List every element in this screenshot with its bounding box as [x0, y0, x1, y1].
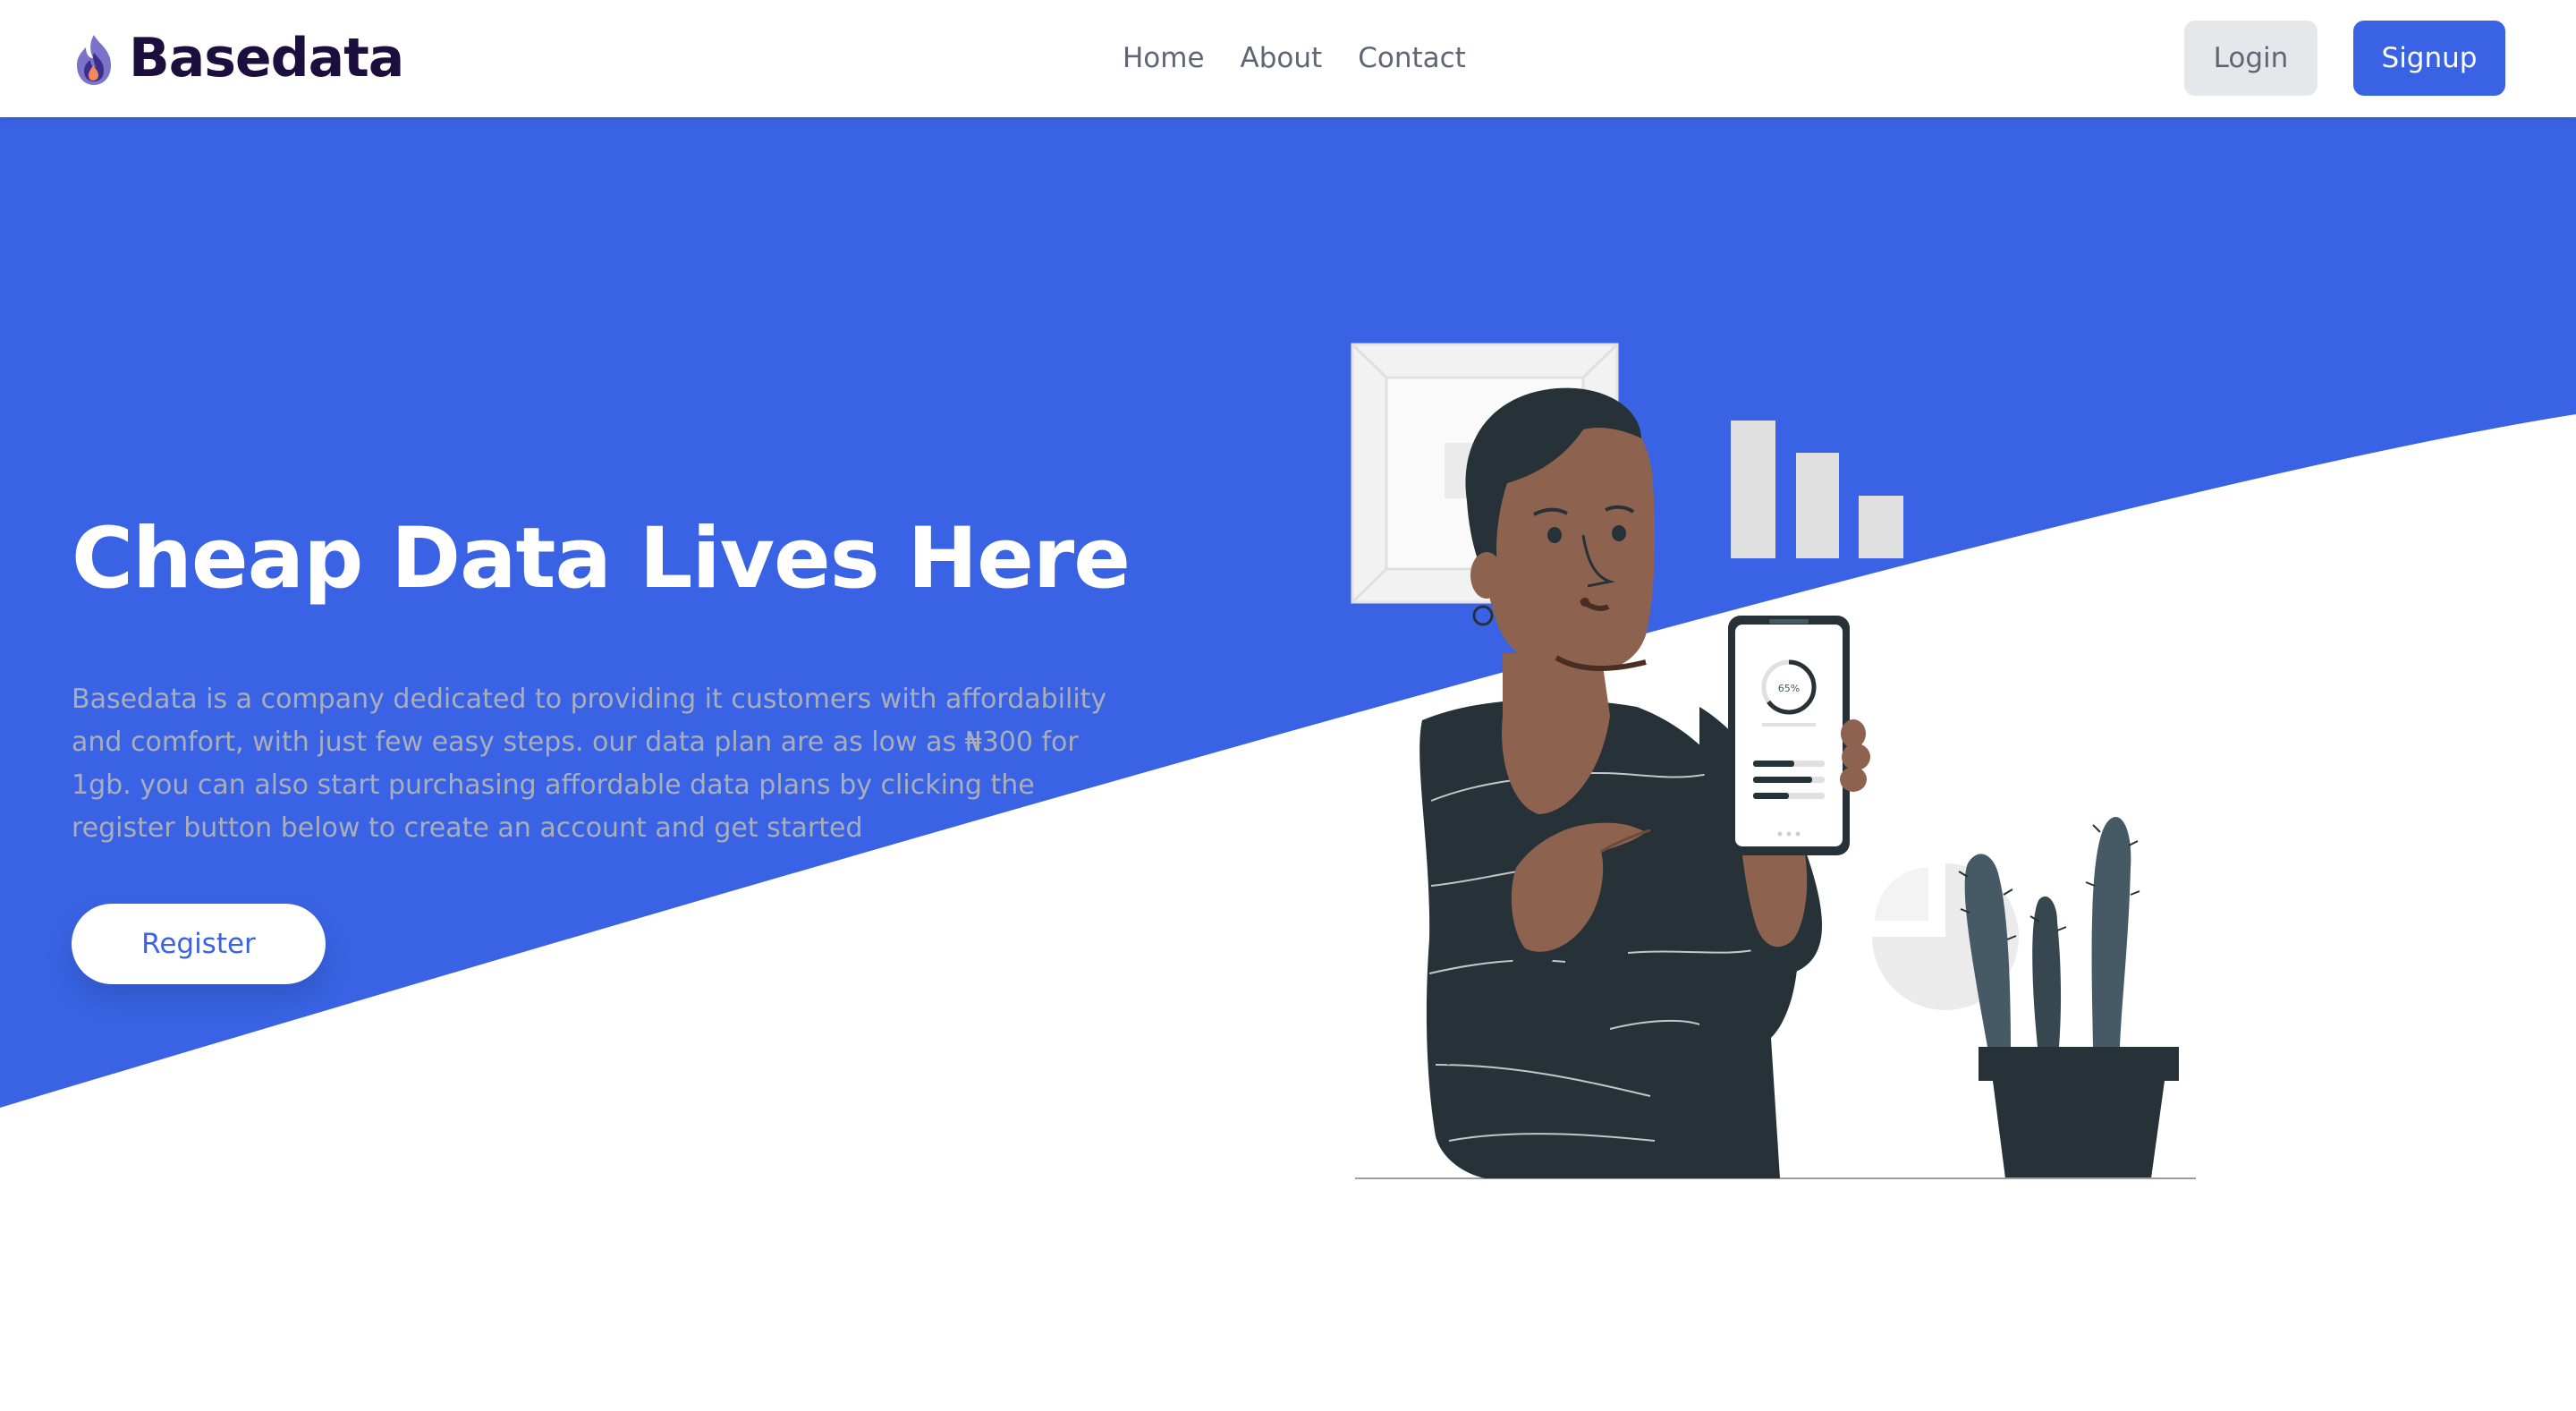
cactus-plant: [1958, 817, 2140, 1047]
flame-logo-icon: [77, 35, 111, 85]
plant-pot: [1979, 1047, 2179, 1178]
hero-description: Basedata is a company dedicated to provi…: [72, 684, 1107, 844]
register-button[interactable]: Register: [72, 904, 326, 984]
person-holding-phone-illustration: 65%: [1351, 343, 2196, 1179]
phone-holding-fingers: [1840, 719, 1870, 792]
top-navbar: Basedata Home About Contact Login Signup: [0, 0, 2576, 117]
login-button[interactable]: Login: [2184, 21, 2318, 96]
bar-chart-decoration: [1731, 421, 1903, 558]
nav-link-about[interactable]: About: [1241, 36, 1323, 81]
brand-name: Basedata: [129, 27, 404, 89]
hero-title: Cheap Data Lives Here: [72, 510, 1131, 608]
phone-device: 65%: [1728, 616, 1850, 855]
nav-link-home[interactable]: Home: [1123, 36, 1205, 81]
main-nav: Home About Contact: [1123, 36, 1466, 81]
brand[interactable]: Basedata: [72, 20, 404, 97]
phone-progress-label: 65%: [1778, 683, 1800, 694]
signup-button[interactable]: Signup: [2353, 21, 2505, 96]
nav-link-contact[interactable]: Contact: [1358, 36, 1466, 81]
